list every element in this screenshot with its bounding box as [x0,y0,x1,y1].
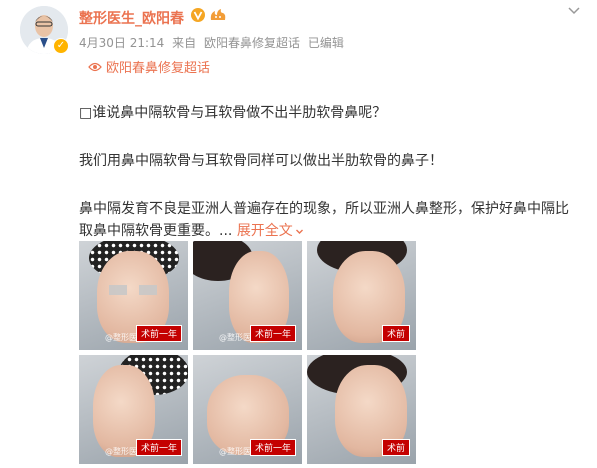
photo-label: 术前一年 [135,439,182,456]
supertopic-icon [88,62,102,71]
supertopic-link[interactable]: 欧阳春鼻修复超话 [88,57,210,76]
verified-icon: ✓ [53,38,69,54]
photo-label: 术前一年 [135,325,182,342]
mosaic-blur [109,285,127,295]
fan-badge-icon[interactable] [209,8,227,22]
photo-label: 术前一年 [249,439,296,456]
edited-label: 已编辑 [307,36,344,50]
post-line-3: 鼻中隔发育不良是亚洲人普遍存在的现象，所以亚洲人鼻整形，保护好鼻中隔比取鼻中隔软… [79,198,579,242]
photo-thumbnail[interactable]: @整形医生 术前一年 [193,241,302,350]
photo-thumbnail[interactable]: @整形医生_欧阳春 术前一年 [79,241,188,350]
post-line-2: 我们用鼻中隔软骨与耳软骨同样可以做出半肋软骨的鼻子！ [79,153,443,169]
post-source[interactable]: 欧阳春鼻修复超话 [204,36,300,50]
photo-label: 术前 [381,439,410,456]
mosaic-blur [139,285,157,295]
photo-label: 术前一年 [249,325,296,342]
expand-arrow-icon [295,229,303,234]
photo-thumbnail[interactable]: @整形医生_欧阳春 术前一年 [79,355,188,464]
verified-icon [191,8,205,22]
post-date[interactable]: 4月30日 21:14 [79,36,164,50]
author-name[interactable]: 整形医生_欧阳春 [79,8,184,28]
supertopic-label: 欧阳春鼻修复超话 [106,61,211,76]
post-body: □谁说鼻中隔软骨与耳软骨做不出半肋软骨鼻呢？ 我们用鼻中隔软骨与耳软骨同样可以做… [79,102,579,242]
photo-thumbnail[interactable]: @整形医生_欧阳春 术前一年 [193,355,302,464]
post-line-1: □谁说鼻中隔软骨与耳软骨做不出半肋软骨鼻呢？ [79,105,387,121]
photo-thumbnail[interactable]: 术前 [307,355,416,464]
chevron-down-icon[interactable] [567,6,581,16]
photo-label: 术前 [381,325,410,342]
post-line-3-text: 鼻中隔发育不良是亚洲人普遍存在的现象，所以亚洲人鼻整形，保护好鼻中隔比取鼻中隔软… [79,201,569,239]
expand-full-text-link[interactable]: 展开全文 [237,223,304,239]
expand-label: 展开全文 [236,223,293,239]
source-prefix: 来自 [172,36,197,50]
post-meta: 4月30日 21:14 来自 欧阳春鼻修复超话 已编辑 [79,34,348,51]
photo-thumbnail[interactable]: 术前 [307,241,416,350]
